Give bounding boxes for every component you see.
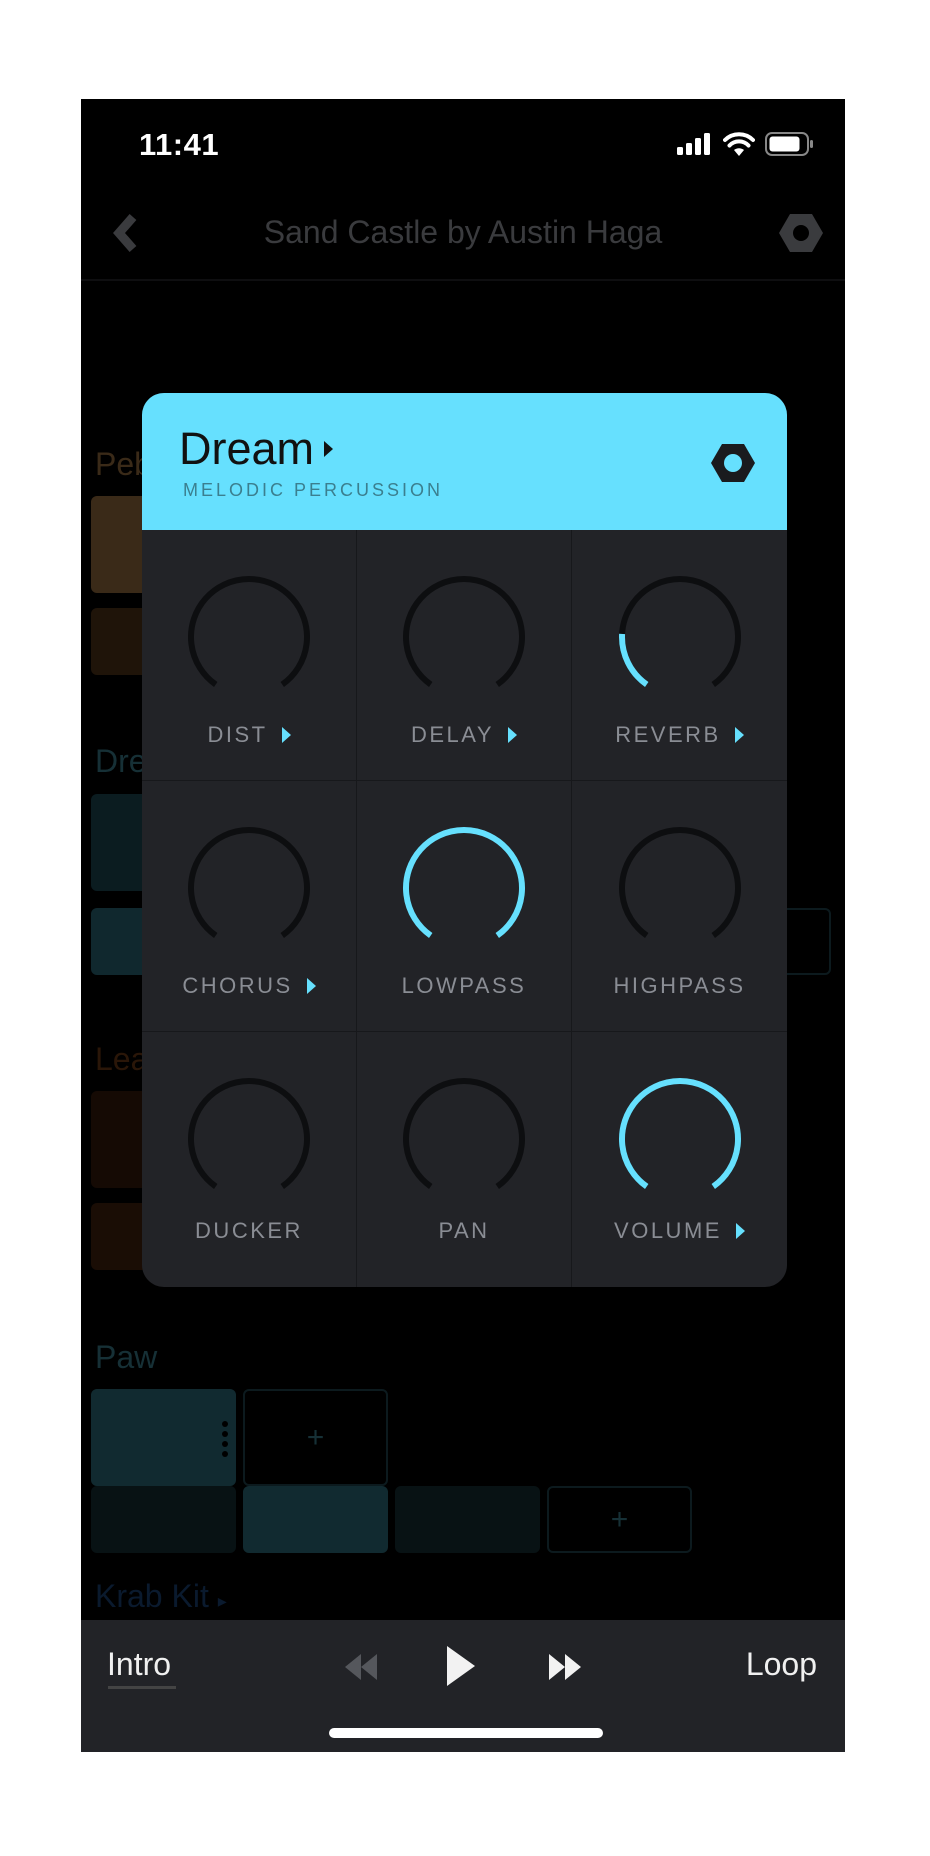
add-pattern-tile[interactable]: + — [243, 1389, 388, 1486]
instrument-effects-modal: Dream MELODIC PERCUSSION DIST DELAY REVE… — [142, 393, 787, 1287]
submenu-arrow-icon[interactable] — [735, 1223, 745, 1239]
battery-icon — [765, 132, 813, 156]
knob-dial[interactable] — [399, 572, 529, 702]
knob-track — [188, 1078, 310, 1189]
settings-icon[interactable] — [711, 441, 755, 485]
status-time: 11:41 — [139, 127, 220, 162]
knob-track — [403, 1078, 525, 1189]
knob-value-arc — [618, 633, 649, 687]
knob-value-arc — [618, 1078, 741, 1189]
submenu-arrow-icon[interactable] — [306, 978, 316, 994]
knob-dial[interactable] — [184, 1074, 314, 1204]
status-bar: 11:41 — [81, 99, 845, 179]
home-indicator[interactable] — [329, 1728, 603, 1738]
caret-right-icon — [324, 441, 334, 457]
knob-cell-lowpass[interactable]: LOWPASS — [357, 781, 572, 1032]
knob-track — [618, 576, 741, 687]
loop-button[interactable]: Loop — [746, 1646, 817, 1683]
play-icon[interactable] — [443, 1644, 479, 1688]
pattern-tile[interactable] — [395, 1486, 540, 1553]
knob-track — [188, 576, 310, 687]
knob-value-arc — [403, 827, 525, 938]
knob-dial[interactable] — [615, 823, 745, 953]
instrument-name[interactable]: Dream — [179, 423, 334, 475]
pattern-tile[interactable] — [243, 1486, 388, 1553]
knob-dial[interactable] — [184, 823, 314, 953]
knob-cell-pan[interactable]: PAN — [357, 1032, 572, 1287]
section-selector[interactable]: Intro — [107, 1646, 171, 1683]
signal-icon — [677, 133, 710, 155]
phone-screen: 11:41 Sand Castle by Austin Haga Lead Pa… — [81, 99, 845, 1752]
section-underline — [108, 1686, 176, 1689]
knob-track — [188, 827, 310, 938]
knob-cell-volume[interactable]: VOLUME — [572, 1032, 787, 1287]
pattern-tile[interactable] — [91, 1389, 236, 1486]
transport-bar: Intro Loop — [81, 1620, 845, 1752]
wifi-icon — [723, 132, 755, 156]
section-label-krab-kit[interactable]: Krab Kit ▸ — [95, 1578, 227, 1615]
knob-cell-highpass[interactable]: HIGHPASS — [572, 781, 787, 1032]
knob-cell-dist[interactable]: DIST — [142, 530, 357, 781]
knob-cell-reverb[interactable]: REVERB — [572, 530, 787, 781]
instrument-category: MELODIC PERCUSSION — [183, 480, 444, 500]
submenu-arrow-icon[interactable] — [508, 727, 517, 743]
settings-icon[interactable] — [779, 211, 823, 255]
knob-dial[interactable] — [399, 1074, 529, 1204]
knob-dial[interactable] — [615, 1074, 745, 1204]
submenu-arrow-icon[interactable] — [281, 727, 291, 743]
rewind-icon[interactable] — [341, 1652, 381, 1682]
knob-dial[interactable] — [399, 823, 529, 953]
submenu-arrow-icon[interactable] — [734, 727, 744, 743]
modal-header: Dream MELODIC PERCUSSION — [142, 393, 787, 530]
knob-dial[interactable] — [184, 572, 314, 702]
knob-cell-chorus[interactable]: CHORUS — [142, 781, 357, 1032]
nav-bar: Sand Castle by Austin Haga — [81, 179, 845, 281]
knob-cell-delay[interactable]: DELAY — [357, 530, 572, 781]
knob-dial[interactable] — [615, 572, 745, 702]
section-label-paw[interactable]: Paw — [95, 1339, 157, 1376]
knob-cell-ducker[interactable]: DUCKER — [142, 1032, 357, 1287]
knob-track — [403, 576, 525, 687]
knob-grid: DIST DELAY REVERB CHORUS LOWPASS HIGHPAS… — [142, 530, 787, 1287]
knob-track — [618, 827, 741, 938]
fast-forward-icon[interactable] — [545, 1652, 585, 1682]
pattern-tile[interactable] — [91, 1486, 236, 1553]
song-title: Sand Castle by Austin Haga — [263, 214, 663, 250]
add-pattern-tile[interactable]: + — [547, 1486, 692, 1553]
